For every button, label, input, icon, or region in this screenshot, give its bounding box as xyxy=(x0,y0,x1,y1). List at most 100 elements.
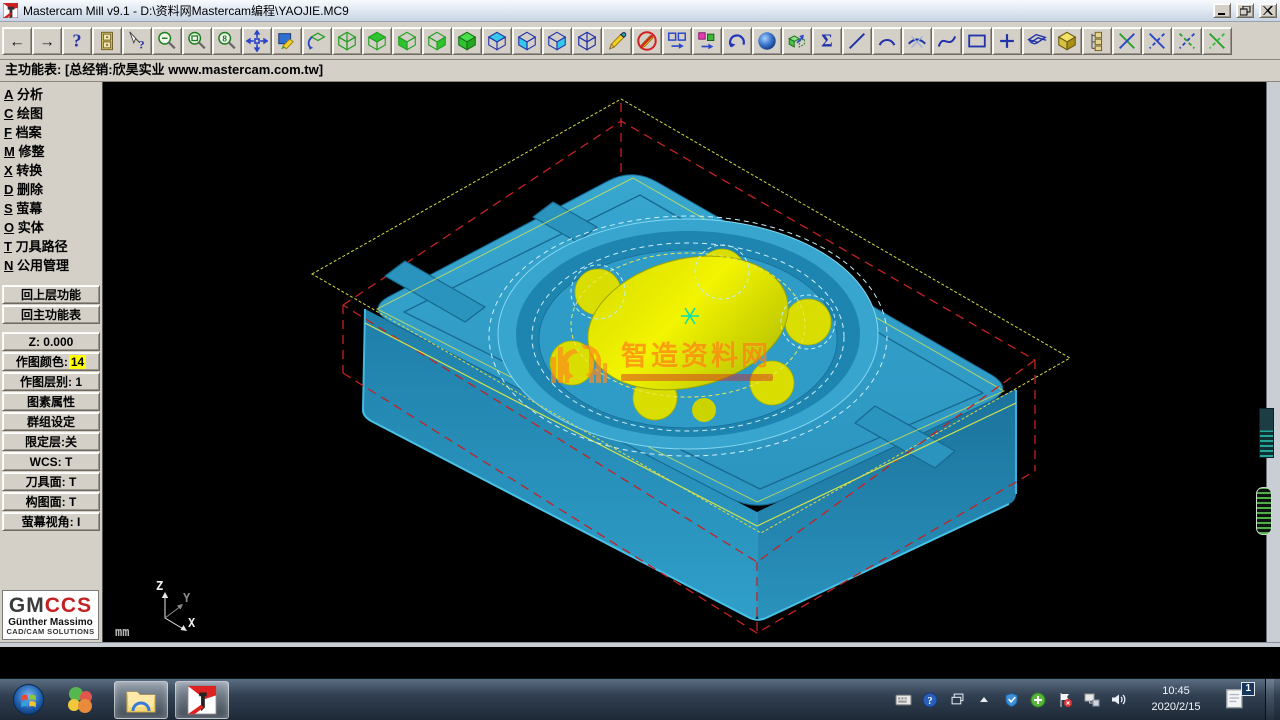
zoom-window-icon[interactable] xyxy=(182,27,212,55)
taskbar-clock[interactable]: 10:45 2020/2/15 xyxy=(1143,684,1209,715)
sidebar-item-menu-file[interactable]: F 档案 xyxy=(0,123,102,142)
sidebar-nav-list: 回上层功能回主功能表 xyxy=(0,285,102,324)
gview-button[interactable]: 萤幕视角: I xyxy=(2,512,100,531)
sidebar-item-menu-toolpaths[interactable]: T 刀具路径 xyxy=(0,237,102,256)
sidebar-item-menu-nc-utils[interactable]: N 公用管理 xyxy=(0,256,102,275)
attributes-button[interactable]: 图素属性 xyxy=(2,392,100,411)
mastercam-window: Mastercam Mill v9.1 - D:\资料网Mastercam编程\… xyxy=(0,0,1280,647)
sidebar-item-menu-screen[interactable]: S 萤幕 xyxy=(0,199,102,218)
content-row: A 分析C 绘图F 档案M 修整X 转换D 删除S 萤幕O 实体T 刀具路径N … xyxy=(0,82,1280,642)
svg-text:?: ? xyxy=(928,696,933,707)
sidebar-item-menu-delete[interactable]: D 删除 xyxy=(0,180,102,199)
gmccs-tagline: CAD/CAM SOLUTIONS xyxy=(3,628,98,636)
solid-box-icon[interactable] xyxy=(1052,27,1082,55)
svg-text:Σ: Σ xyxy=(821,30,832,50)
notification-icon[interactable]: 1 xyxy=(1224,685,1250,715)
trim-3-icon[interactable] xyxy=(1172,27,1202,55)
app-quad-colors[interactable] xyxy=(53,681,107,719)
cplane-3d-icon[interactable] xyxy=(572,27,602,55)
gview-top-icon[interactable] xyxy=(362,27,392,55)
spline-icon[interactable] xyxy=(932,27,962,55)
forward-icon[interactable]: → xyxy=(32,27,62,55)
app-explorer[interactable] xyxy=(114,681,168,719)
sidebar-item-menu-solids[interactable]: O 实体 xyxy=(0,218,102,237)
app-mastercam[interactable] xyxy=(175,681,229,719)
pencil-icon[interactable] xyxy=(602,27,632,55)
restore-button[interactable] xyxy=(1236,3,1254,18)
trim-4-icon[interactable] xyxy=(1202,27,1232,55)
delete-icon[interactable] xyxy=(632,27,662,55)
close-button[interactable] xyxy=(1259,3,1277,18)
sigma-icon[interactable]: Σ xyxy=(812,27,842,55)
wcs-button[interactable]: WCS: T xyxy=(2,452,100,471)
gmccs-logo-left: GM xyxy=(9,594,45,617)
start-button[interactable] xyxy=(10,682,46,718)
sidebar-item-menu-analyze[interactable]: A 分析 xyxy=(0,85,102,104)
cursor-help-icon[interactable]: ? xyxy=(122,27,152,55)
copy-icon[interactable] xyxy=(662,27,692,55)
svg-text:→: → xyxy=(39,33,55,50)
cplane-side-icon[interactable] xyxy=(542,27,572,55)
cplane-button[interactable]: 构图面: T xyxy=(2,492,100,511)
volume-icon[interactable] xyxy=(1110,691,1128,709)
main-menu-button[interactable]: 回主功能表 xyxy=(2,305,100,324)
antivirus-plus-icon[interactable] xyxy=(1029,691,1047,709)
main-menu-sidebar: A 分析C 绘图F 档案M 修整X 转换D 删除S 萤幕O 实体T 刀具路径N … xyxy=(0,82,103,642)
rectangle-icon[interactable] xyxy=(962,27,992,55)
menu-header-text: 主功能表: [总经销:欣昊实业 www.mastercam.com.tw] xyxy=(5,62,323,77)
shield-icon[interactable] xyxy=(1002,691,1020,709)
sidebar-item-menu-create[interactable]: C 绘图 xyxy=(0,104,102,123)
tray-expand-icon[interactable] xyxy=(975,691,993,709)
gview-side-icon[interactable] xyxy=(422,27,452,55)
cplane-top-icon[interactable] xyxy=(482,27,512,55)
gview-front-icon[interactable] xyxy=(392,27,422,55)
show-desktop-button[interactable] xyxy=(1265,679,1274,720)
minimize-button[interactable] xyxy=(1213,3,1231,18)
fit-screen-icon[interactable] xyxy=(242,27,272,55)
shade-icon[interactable] xyxy=(752,27,782,55)
keyboard-icon[interactable] xyxy=(894,691,912,709)
line-icon[interactable] xyxy=(842,27,872,55)
sidebar-status-list: Z: 0.000作图颜色:14作图层别: 1图素属性群组设定限定层:关WCS: … xyxy=(0,332,102,531)
paste-icon[interactable] xyxy=(692,27,722,55)
gview-wire-icon[interactable] xyxy=(332,27,362,55)
trim-1-icon[interactable] xyxy=(1112,27,1142,55)
tool-plane-button[interactable]: 刀具面: T xyxy=(2,472,100,491)
action-center-flag-icon[interactable] xyxy=(1056,691,1074,709)
xform-copy-icon[interactable] xyxy=(782,27,812,55)
level-limit-button[interactable]: 限定层:关 xyxy=(2,432,100,451)
backup-button[interactable]: 回上层功能 xyxy=(2,285,100,304)
zoom-icon[interactable] xyxy=(152,27,182,55)
file-cabinet-icon[interactable] xyxy=(92,27,122,55)
screen: Mastercam Mill v9.1 - D:\资料网Mastercam编程\… xyxy=(0,0,1280,720)
edge-widget-top xyxy=(1259,408,1274,458)
window-glyph-icon[interactable] xyxy=(948,691,966,709)
sidebar-item-menu-xform[interactable]: X 转换 xyxy=(0,161,102,180)
draw-level-button[interactable]: 作图层别: 1 xyxy=(2,372,100,391)
group-set-button[interactable]: 群组设定 xyxy=(2,412,100,431)
taskbar-apps xyxy=(10,681,229,719)
help-icon[interactable]: ? xyxy=(62,27,92,55)
repaint-icon[interactable] xyxy=(272,27,302,55)
sidebar-item-menu-modify[interactable]: M 修整 xyxy=(0,142,102,161)
network-icon[interactable] xyxy=(1083,691,1101,709)
title-bar[interactable]: Mastercam Mill v9.1 - D:\资料网Mastercam编程\… xyxy=(0,0,1280,22)
gview-iso-icon[interactable] xyxy=(452,27,482,55)
notification-badge: 1 xyxy=(1241,682,1255,696)
help-circle-icon[interactable]: ? xyxy=(921,691,939,709)
axis-triad: Z X Y xyxy=(156,579,196,631)
back-icon[interactable]: ← xyxy=(2,27,32,55)
graphics-canvas[interactable]: Z X Y xyxy=(103,82,1266,642)
unzoom-icon[interactable]: 8 xyxy=(212,27,242,55)
trim-2-icon[interactable] xyxy=(1142,27,1172,55)
point-icon[interactable] xyxy=(992,27,1022,55)
arc-icon[interactable] xyxy=(872,27,902,55)
z-depth-button[interactable]: Z: 0.000 xyxy=(2,332,100,351)
surface-icon[interactable] xyxy=(1022,27,1052,55)
ops-manager-icon[interactable] xyxy=(1082,27,1112,55)
trim-curve-icon[interactable] xyxy=(902,27,932,55)
rotate-icon[interactable] xyxy=(302,27,332,55)
cplane-front-icon[interactable] xyxy=(512,27,542,55)
undo-icon[interactable] xyxy=(722,27,752,55)
draw-color-button[interactable]: 作图颜色:14 xyxy=(2,352,100,371)
